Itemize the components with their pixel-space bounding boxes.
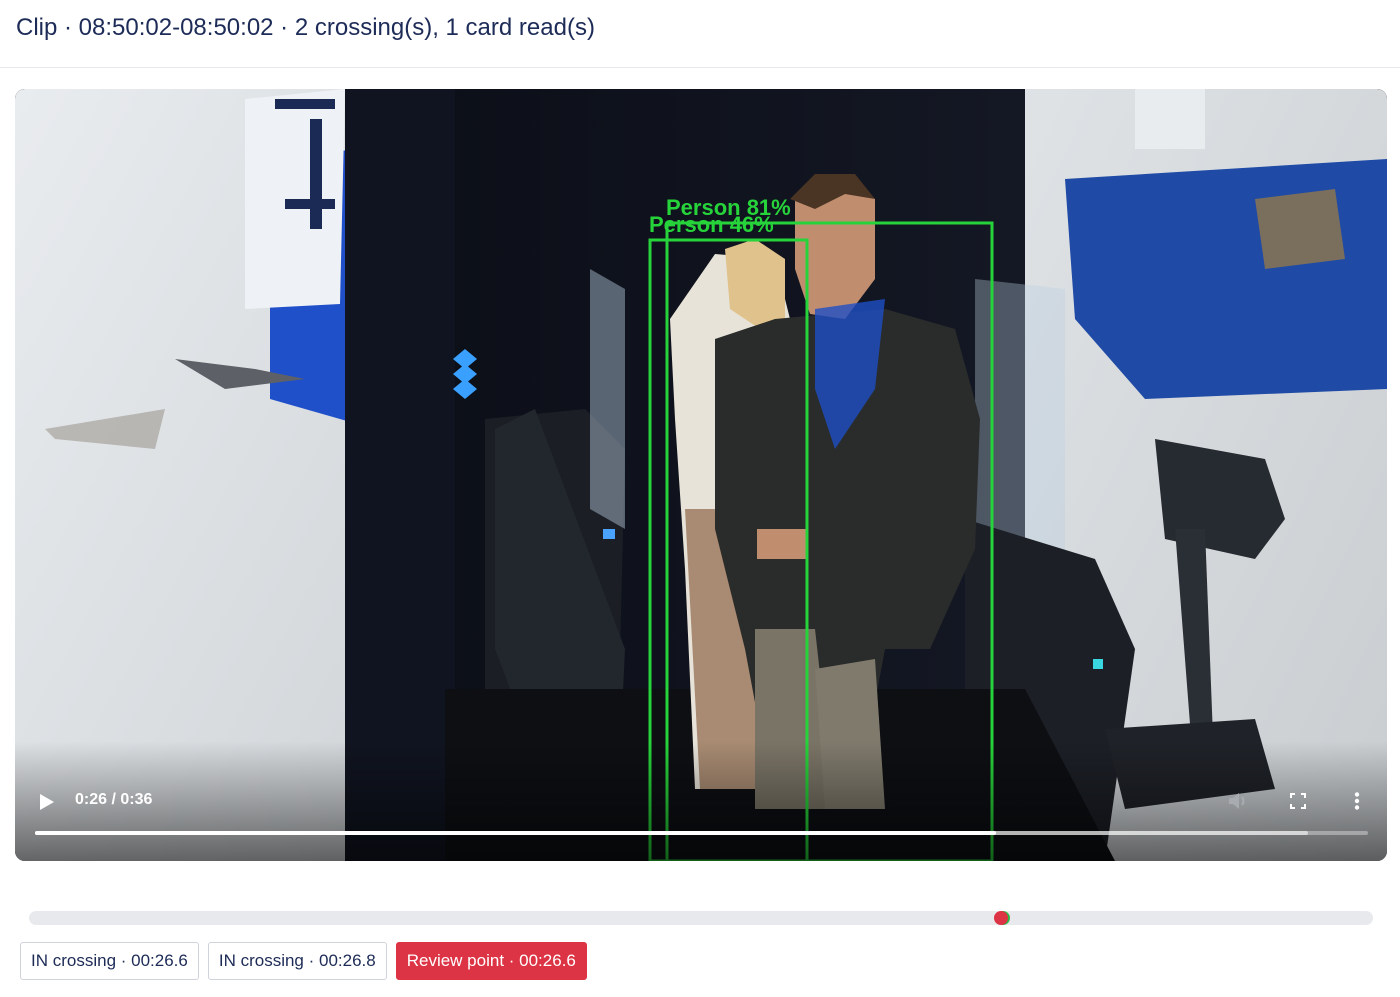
video-progress-bar[interactable]: [35, 831, 1368, 835]
event-chip-in-crossing[interactable]: IN crossing · 00:26.6: [20, 942, 199, 980]
more-vertical-icon: [1354, 792, 1360, 810]
event-chip-in-crossing[interactable]: IN crossing · 00:26.8: [207, 942, 387, 980]
play-icon: [40, 794, 54, 810]
fullscreen-button[interactable]: [1286, 789, 1310, 813]
page-title: Clip · 08:50:02-08:50:02 · 2 crossing(s)…: [16, 14, 595, 41]
video-player[interactable]: Person 81% Person 46% 0:26 / 0:36: [15, 89, 1387, 861]
event-timeline[interactable]: [29, 911, 1373, 925]
played-range: [35, 831, 997, 835]
volume-icon: [1229, 793, 1245, 809]
more-options-button[interactable]: [1345, 789, 1369, 813]
volume-button[interactable]: [1226, 789, 1250, 813]
event-chip-review-point[interactable]: Review point · 00:26.6: [395, 942, 587, 980]
detection-label-secondary: Person 46%: [649, 212, 774, 237]
play-button[interactable]: [37, 792, 57, 812]
time-display: 0:26 / 0:36: [75, 791, 153, 808]
fullscreen-icon: [1290, 793, 1306, 809]
controls-overlay: [15, 741, 1387, 861]
event-list: IN crossing · 00:26.6 IN crossing · 00:2…: [20, 942, 587, 980]
timeline-marker-review[interactable]: [993, 911, 1008, 925]
clip-header: Clip · 08:50:02-08:50:02 · 2 crossing(s)…: [0, 0, 1400, 68]
